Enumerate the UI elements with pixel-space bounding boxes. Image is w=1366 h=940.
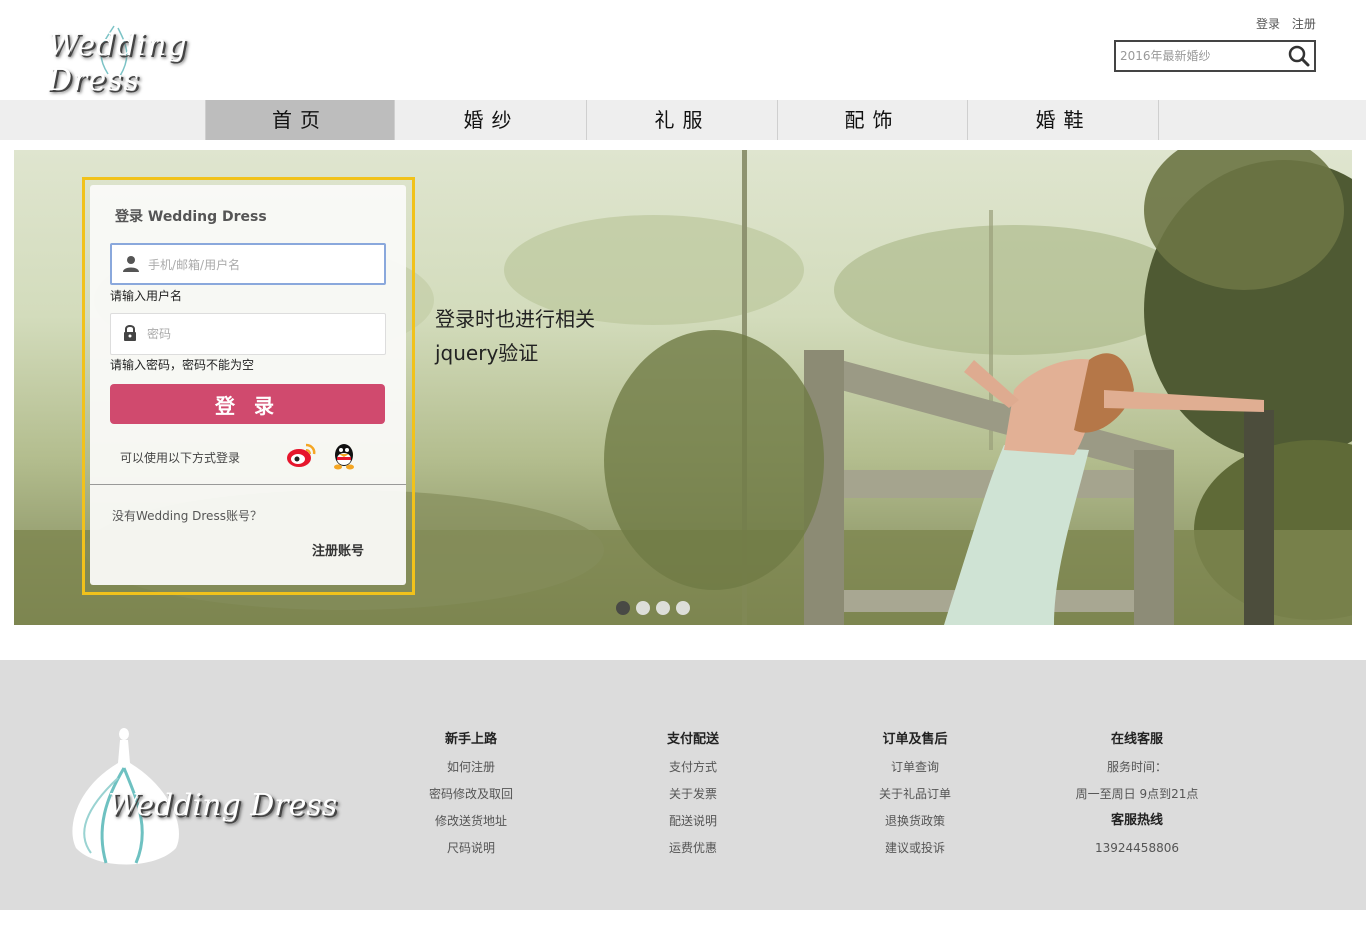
username-input[interactable]: [148, 256, 368, 274]
footer-link[interactable]: 建议或投诉: [830, 840, 1000, 867]
nav-item-home[interactable]: 首页: [205, 100, 395, 140]
footer-link[interactable]: 密码修改及取回: [386, 786, 556, 813]
login-button[interactable]: 登 录: [110, 384, 385, 424]
service-hours: 周一至周日 9点到21点: [1075, 787, 1199, 801]
site-footer: Wedding Dress 新手上路 如何注册 密码修改及取回 修改送货地址 尺…: [0, 660, 1366, 910]
footer-link[interactable]: 修改送货地址: [386, 813, 556, 840]
weibo-icon[interactable]: [286, 441, 316, 469]
footer-link[interactable]: 关于礼品订单: [830, 786, 1000, 813]
footer-column-getting-started: 新手上路 如何注册 密码修改及取回 修改送货地址 尺码说明: [386, 732, 556, 867]
slide-dot-3[interactable]: [656, 601, 670, 615]
banner-note: 登录时也进行相关 jquery验证: [435, 302, 595, 370]
footer-link[interactable]: 关于发票: [608, 786, 778, 813]
nav-item-accessories[interactable]: 配饰: [778, 100, 968, 140]
footer-column-support: 在线客服 服务时间： 周一至周日 9点到21点 客服热线 13924458806: [1052, 732, 1222, 867]
footer-link[interactable]: 如何注册: [386, 759, 556, 786]
nav-item-shoes[interactable]: 婚鞋: [969, 100, 1159, 140]
search-input[interactable]: [1120, 46, 1285, 66]
footer-logo: Wedding Dress: [66, 728, 356, 878]
footer-logo-text: Wedding Dress: [108, 788, 338, 823]
slide-indicators: [616, 600, 696, 619]
service-time-label: 服务时间：: [1106, 760, 1167, 774]
login-title: 登录 Wedding Dress: [115, 209, 267, 225]
no-account-text: 没有Wedding Dress账号？: [112, 509, 262, 523]
user-icon: [123, 256, 139, 272]
footer-column-orders: 订单及售后 订单查询 关于礼品订单 退换货政策 建议或投诉: [830, 732, 1000, 867]
hotline-number: 13924458806: [1095, 841, 1179, 855]
hotline-title: 客服热线: [1110, 813, 1163, 828]
footer-link[interactable]: 配送说明: [608, 813, 778, 840]
footer-column-title: 新手上路: [444, 732, 497, 747]
login-link[interactable]: 登录: [1256, 17, 1280, 31]
slide-dot-1[interactable]: [616, 601, 630, 615]
search-box: [1114, 40, 1316, 72]
register-link[interactable]: 注册: [1292, 17, 1316, 31]
footer-column-payment: 支付配送 支付方式 关于发票 配送说明 运费优惠: [608, 732, 778, 867]
top-links: 登录 注册: [1256, 15, 1324, 32]
footer-column-title: 支付配送: [666, 732, 719, 747]
footer-link[interactable]: 退换货政策: [830, 813, 1000, 840]
lock-icon: [124, 325, 136, 341]
slide-dot-4[interactable]: [676, 601, 690, 615]
banner-note-line2: jquery验证: [435, 341, 539, 365]
search-icon[interactable]: [1288, 45, 1310, 67]
banner-note-line1: 登录时也进行相关: [435, 307, 595, 331]
username-field: [110, 243, 386, 285]
logo-text: Wedding Dress: [48, 28, 188, 98]
footer-column-title: 在线客服: [1110, 732, 1163, 747]
main-nav: 首页 婚纱 礼服 配饰 婚鞋: [0, 100, 1366, 140]
password-input[interactable]: [147, 325, 367, 343]
footer-link[interactable]: 支付方式: [608, 759, 778, 786]
footer-column-title: 订单及售后: [882, 732, 948, 747]
slide-dot-2[interactable]: [636, 601, 650, 615]
login-panel: 登录 Wedding Dress 请输入用户名 请输入密码，密码不能为空 登 录…: [90, 185, 406, 585]
password-hint: 请输入密码，密码不能为空: [110, 358, 255, 372]
nav-item-wedding-dress[interactable]: 婚纱: [397, 100, 587, 140]
footer-link[interactable]: 运费优惠: [608, 840, 778, 867]
alt-login-text: 可以使用以下方式登录: [120, 451, 241, 465]
qq-icon[interactable]: [332, 442, 356, 470]
register-account-link[interactable]: 注册账号: [312, 540, 364, 559]
footer-link[interactable]: 尺码说明: [386, 840, 556, 867]
site-logo[interactable]: Wedding Dress: [44, 22, 284, 98]
footer-link[interactable]: 订单查询: [830, 759, 1000, 786]
site-header: Wedding Dress 登录 注册: [0, 0, 1366, 100]
nav-item-gown[interactable]: 礼服: [588, 100, 778, 140]
password-field: [110, 313, 386, 355]
login-divider: [90, 484, 406, 485]
username-hint: 请输入用户名: [110, 289, 183, 303]
